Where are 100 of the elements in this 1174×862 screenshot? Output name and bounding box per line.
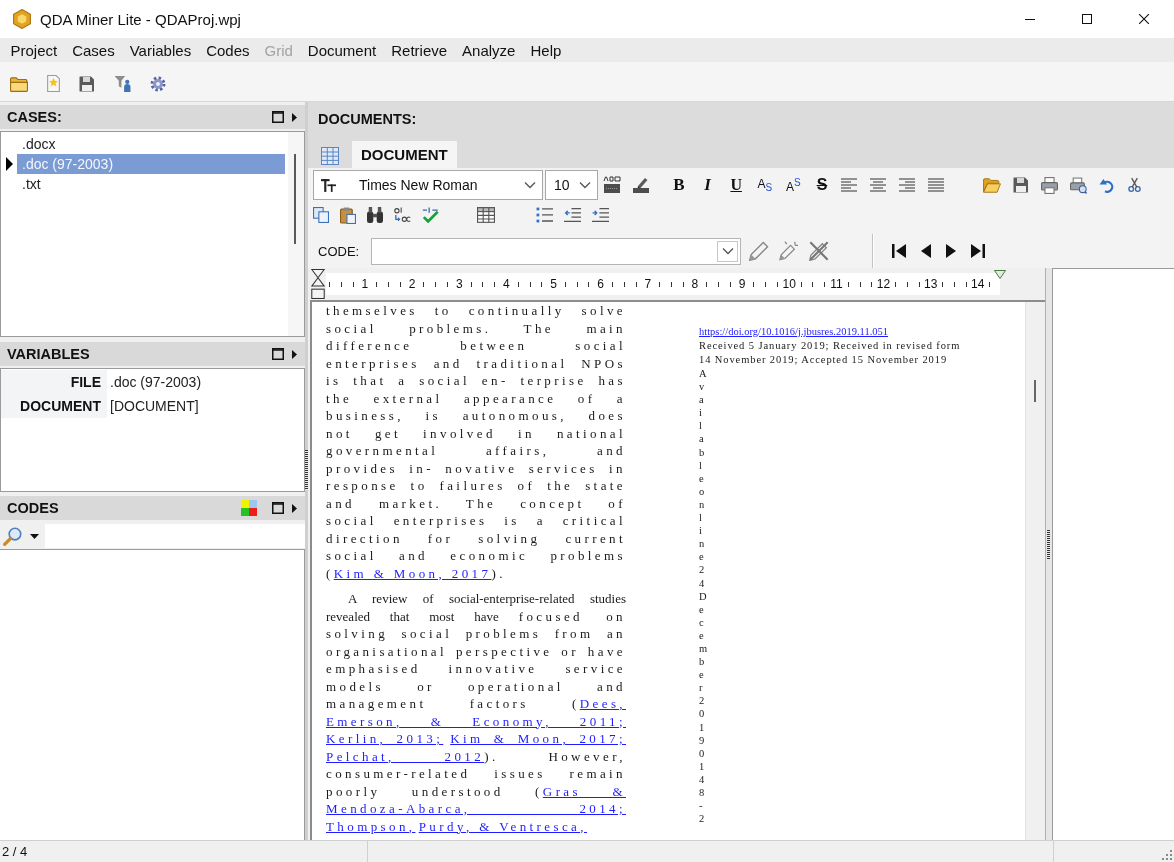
maximize-icon[interactable] [272,502,284,514]
maximize-icon[interactable] [272,348,284,360]
citation-link[interactable]: Pelchat, 2012 [326,748,485,764]
check-mark-icon[interactable] [422,207,439,223]
menu-item[interactable]: Retrieve [383,40,455,60]
maximize-icon[interactable] [272,111,284,123]
superscript-button[interactable]: A$^{S}$ [782,173,805,197]
pen-icon[interactable] [749,241,770,261]
citation-link[interactable]: Kim & Moon, 2017; [450,731,626,746]
menu-item[interactable]: Project [3,40,65,60]
ruler-number: 3 [453,277,465,291]
doi-link[interactable]: https://doi.org/10.1016/j.jbusres.2019.11.051 [699,326,888,337]
variable-value[interactable]: [DOCUMENT] [107,394,199,418]
caret-icon[interactable] [721,247,734,255]
splitter-grip[interactable] [305,450,308,490]
undo-icon[interactable] [1098,177,1115,193]
align-right-icon[interactable] [898,178,915,192]
citation-link[interactable]: Dees, [579,696,626,711]
variable-value[interactable]: .doc (97-2003) [107,370,202,394]
printer-magnifier-icon[interactable] [1069,176,1087,194]
ruler-number: 7 [642,277,654,291]
panel-title: CASES: [7,109,62,125]
pen-sparkle-icon[interactable] [779,241,800,261]
caret-right-icon[interactable] [292,349,297,359]
margin-marker-icon[interactable] [994,270,1006,279]
save-icon[interactable] [79,75,95,92]
paste-icon[interactable] [340,206,356,224]
new-document-icon[interactable] [47,75,60,92]
citation-link[interactable]: Purdy, & Ventresca, [418,818,587,834]
resize-grip-icon[interactable] [1162,850,1172,860]
caret-down-icon[interactable] [30,533,39,539]
highlighter-icon[interactable] [632,176,650,194]
scrollbar-thumb[interactable] [1034,380,1036,402]
bullet-list-icon[interactable] [536,207,553,223]
code-field[interactable] [371,237,742,265]
indent-icon[interactable] [592,208,609,222]
scrollbar[interactable] [288,132,304,336]
minimize-icon[interactable] [1025,18,1035,20]
forward-icon[interactable] [946,244,957,258]
replace-icon[interactable] [394,207,411,223]
citation-link[interactable]: Emerson, & Economy, 2011; [326,713,626,729]
bold-button[interactable]: B [668,173,690,197]
align-left-icon[interactable] [840,178,857,192]
save-icon[interactable] [1012,177,1029,193]
menu-item[interactable]: Cases [64,40,123,60]
pen-cross-icon[interactable] [809,241,830,261]
color-grid-icon[interactable] [241,500,257,516]
citation-link[interactable]: Mendoza-Abarca, 2014; [326,801,626,816]
font-size-select[interactable]: 10 [545,170,598,200]
ruler-number: 12 [874,277,893,291]
scissors-icon[interactable] [1126,177,1142,193]
citation-link[interactable]: Thompson, [326,818,416,834]
caret-right-icon[interactable] [292,112,297,122]
search-icon[interactable] [3,526,22,546]
splitter-grip[interactable] [1047,530,1050,560]
skip-forward-icon[interactable] [971,244,986,258]
underline-button[interactable]: U [725,173,748,197]
menu-item[interactable]: Document [300,40,384,60]
scrollbar[interactable] [1025,302,1045,840]
folder-open-icon[interactable] [982,177,1001,193]
case-item[interactable]: .txt [17,174,285,194]
citation-link[interactable]: Gras & [542,783,626,799]
menu-item[interactable]: Help [522,40,569,60]
ruler-number: 14 [969,277,987,291]
maximize-icon[interactable] [1082,14,1092,24]
document-tab[interactable]: DOCUMENT [352,141,457,168]
ruler-number: 11 [828,277,845,291]
close-icon[interactable] [1139,14,1149,24]
citation-link[interactable]: Kerlin, 2013; [326,731,444,746]
citation-link[interactable]: Kim & Moon, 2017 [333,565,492,581]
binoculars-icon[interactable] [367,207,383,223]
settings-icon[interactable] [150,75,166,92]
search-field[interactable] [45,524,305,548]
code-label: CODE: [318,243,360,259]
skip-back-icon[interactable] [892,244,907,258]
text-block-icon[interactable] [603,176,621,194]
font-select[interactable]: Times New Roman [313,170,543,200]
folder-icon[interactable] [10,75,28,92]
scrollbar-thumb[interactable] [294,154,296,244]
case-item[interactable]: .docx [17,134,285,154]
menu-item[interactable]: Variables [122,40,199,60]
outdent-icon[interactable] [564,208,581,222]
caret-icon [524,181,536,189]
align-center-icon[interactable] [869,178,886,192]
strikethrough-button[interactable]: S [810,173,833,197]
subscript-button[interactable]: A$_{S}$ [753,173,776,197]
menu-item[interactable]: Analyze [454,40,523,60]
back-icon[interactable] [921,244,932,258]
table-icon[interactable] [477,207,495,223]
caret-right-icon[interactable] [292,503,297,513]
printer-icon[interactable] [1040,176,1058,194]
panel-title: DOCUMENTS: [318,111,417,127]
italic-button[interactable]: I [696,173,719,197]
align-justify-icon[interactable] [927,178,944,192]
copy-icon[interactable] [313,207,329,223]
filter-person-icon[interactable] [114,75,131,92]
panel-title: VARIABLES [7,346,90,362]
menu-item[interactable]: Codes [198,40,257,60]
indent-marker-icon[interactable] [311,269,325,299]
spreadsheet-icon[interactable] [321,147,339,165]
